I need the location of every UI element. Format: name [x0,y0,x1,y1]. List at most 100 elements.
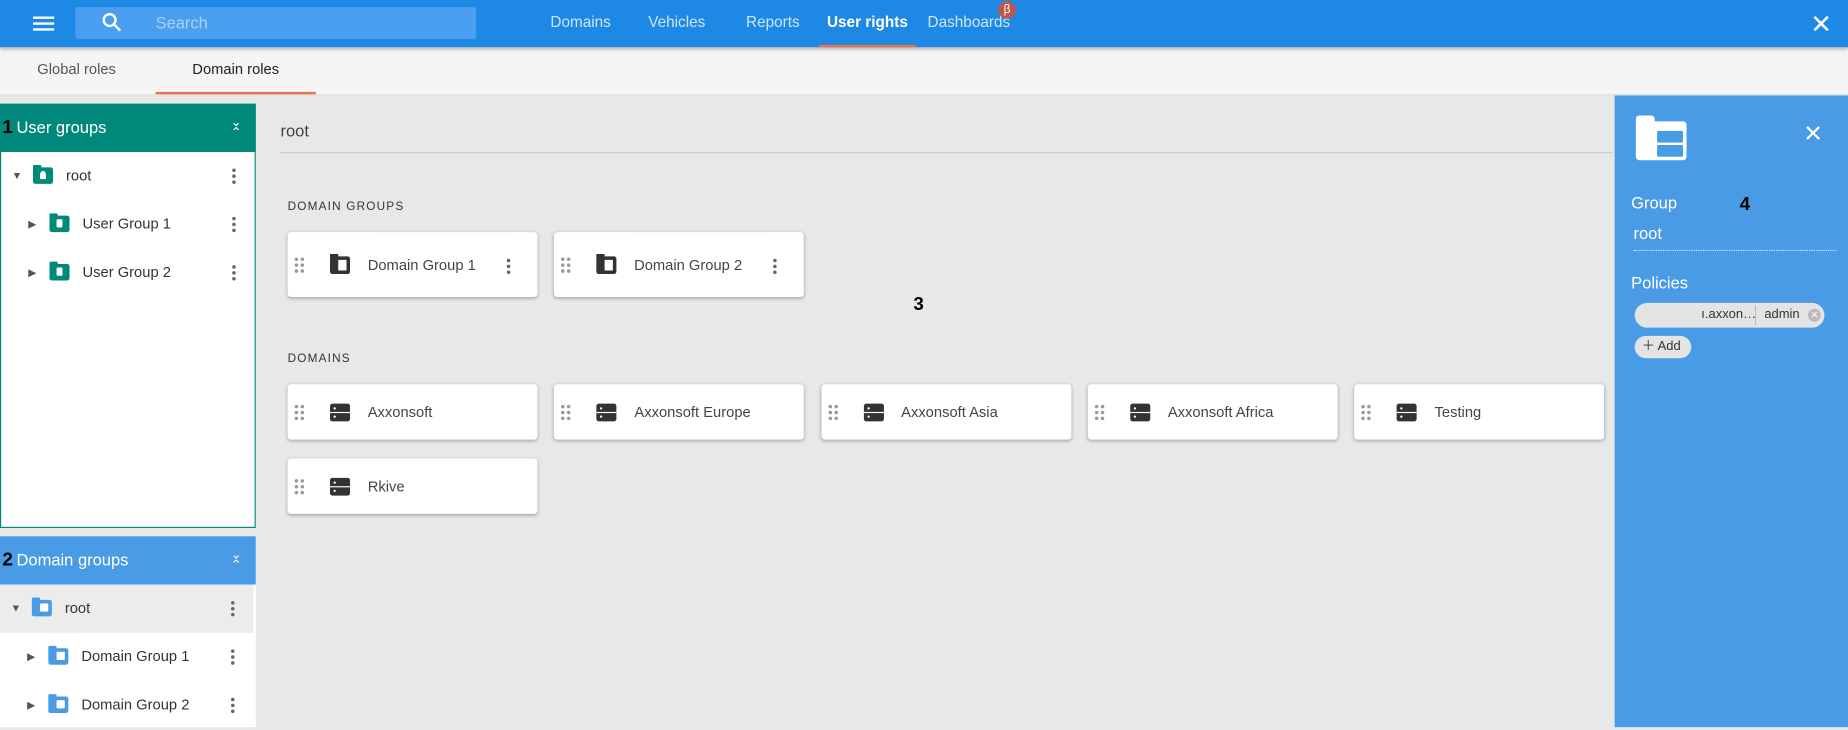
domain-folder-icon [1635,115,1687,161]
card-label: Axxonsoft [367,403,433,421]
more-vert-icon[interactable] [230,601,236,619]
domain-card[interactable]: Rkive [287,458,538,514]
panel-title: User groups [16,117,107,137]
drag-handle-icon[interactable] [1094,404,1106,420]
search-box[interactable] [75,7,477,39]
domain-card[interactable]: Axxonsoft Europe [554,384,805,440]
server-icon [596,403,617,421]
plus-icon: ＋ [1641,339,1655,354]
drag-handle-icon[interactable] [828,404,839,420]
top-app-bar: Domains Vehicles Reports User rights Das… [0,0,1848,48]
role-tabs: Global roles Domain roles [0,47,1848,96]
remove-icon[interactable]: ✕ [1807,308,1821,322]
more-vert-icon[interactable] [773,258,778,276]
caret-right-icon[interactable]: ▶ [27,633,35,681]
add-label: Add [1657,339,1681,354]
section-heading: DOMAIN GROUPS [287,200,405,214]
tree-item-label: root [64,599,91,617]
card-label: Domain Group 1 [367,256,476,273]
domain-folder-icon [31,597,52,617]
tree-item-label: User Group 2 [82,263,171,281]
policy-chip[interactable]: ı.axxon… admin ✕ [1634,302,1825,328]
section-heading: DOMAINS [287,352,351,366]
drag-handle-icon[interactable] [294,478,306,494]
more-vert-icon[interactable] [230,649,236,667]
hamburger-menu-icon[interactable] [32,14,55,33]
server-icon [1130,403,1151,421]
user-groups-panel: 1 User groups ⌄ ⌃ ▼ root ▶ User Group 1 ▶… [0,103,256,528]
caret-right-icon[interactable]: ▶ [27,681,35,729]
nav-vehicles[interactable]: Vehicles [648,0,705,47]
domain-group-card[interactable]: Domain Group 2 [553,232,804,297]
tree-item-root[interactable]: ▼ root [1,152,254,200]
more-vert-icon[interactable] [232,216,237,235]
card-label: Axxonsoft Europe [634,403,751,421]
close-icon[interactable]: ✕ [1803,119,1823,148]
panel-title: Domain groups [16,550,129,570]
section-marker: 3 [913,294,924,315]
more-vert-icon[interactable] [506,258,512,276]
divider [280,152,1613,154]
caret-down-icon[interactable]: ▼ [11,585,22,633]
collapse-icon[interactable]: ⌄ ⌃ [231,536,242,573]
more-vert-icon[interactable] [232,265,237,283]
user-groups-header: 1 User groups ⌄ ⌃ [0,103,256,153]
tree-item-domain-group-1[interactable]: ▶ Domain Group 1 [0,633,253,681]
more-vert-icon[interactable] [230,697,236,716]
tree-item-label: root [65,167,92,184]
caret-right-icon[interactable]: ▶ [28,249,36,297]
card-label: Testing [1434,403,1482,421]
breadcrumb-title: root [280,121,309,141]
collapse-icon[interactable]: ⌄ ⌃ [231,104,242,140]
tree-item-label: User Group 1 [82,215,171,233]
domain-folder-icon [48,645,69,665]
drag-handle-icon[interactable] [560,256,572,273]
nav-domains[interactable]: Domains [550,0,610,47]
tree-item-label: Domain Group 2 [81,696,190,714]
tree-item-domain-group-2[interactable]: ▶ Domain Group 2 [0,681,253,729]
drag-handle-icon[interactable] [1361,404,1372,420]
nav-user-rights[interactable]: User rights [819,0,916,48]
tab-global-roles[interactable]: Global roles [0,47,153,94]
policy-role: admin [1764,307,1800,322]
tree-item-user-group-1[interactable]: ▶ User Group 1 [1,200,254,248]
server-icon [329,477,351,495]
domain-groups-panel: 2 Domain groups ⌄ ⌃ ▼ root ▶ Domain Group… [0,536,256,729]
search-icon [102,12,122,32]
domain-folder-icon [596,253,617,274]
server-icon [863,403,884,421]
nav-reports[interactable]: Reports [746,0,800,47]
drag-handle-icon[interactable] [294,256,306,273]
drag-handle-icon[interactable] [294,404,306,420]
tree-item-user-group-2[interactable]: ▶ User Group 2 [1,249,254,297]
card-label: Axxonsoft Africa [1167,403,1274,421]
domain-card[interactable]: Axxonsoft Africa [1087,384,1338,440]
policy-scope: ı.axxon… [1701,307,1757,322]
section-marker: 4 [1739,194,1751,215]
search-input[interactable] [155,10,462,35]
server-icon [1396,403,1417,421]
tab-domain-roles[interactable]: Domain roles [155,47,316,95]
server-icon [329,403,351,421]
caret-down-icon[interactable]: ▼ [12,152,23,200]
domain-card[interactable]: Axxonsoft Asia [820,384,1071,440]
add-policy-button[interactable]: ＋ Add [1634,335,1692,359]
beta-badge: β [998,1,1016,19]
card-label: Domain Group 2 [634,256,743,273]
domain-group-card[interactable]: Domain Group 1 [287,232,538,297]
card-label: Rkive [367,477,405,495]
section-marker: 2 [2,550,13,571]
domain-folder-icon [48,694,69,714]
policies-label: Policies [1631,273,1689,293]
card-label: Axxonsoft Asia [901,403,998,421]
details-panel: ✕ Group 4 root Policies ı.axxon… admin ✕… [1614,95,1848,728]
domain-card[interactable]: Axxonsoft [287,384,538,440]
user-folder-icon [49,261,70,281]
close-icon[interactable]: ✕ [1810,9,1832,40]
more-vert-icon[interactable] [232,168,237,187]
caret-right-icon[interactable]: ▶ [28,200,36,248]
drag-handle-icon[interactable] [561,404,572,420]
group-field[interactable]: root [1633,224,1837,252]
tree-item-root[interactable]: ▼ root [0,584,254,633]
domain-card[interactable]: Testing [1354,384,1605,440]
